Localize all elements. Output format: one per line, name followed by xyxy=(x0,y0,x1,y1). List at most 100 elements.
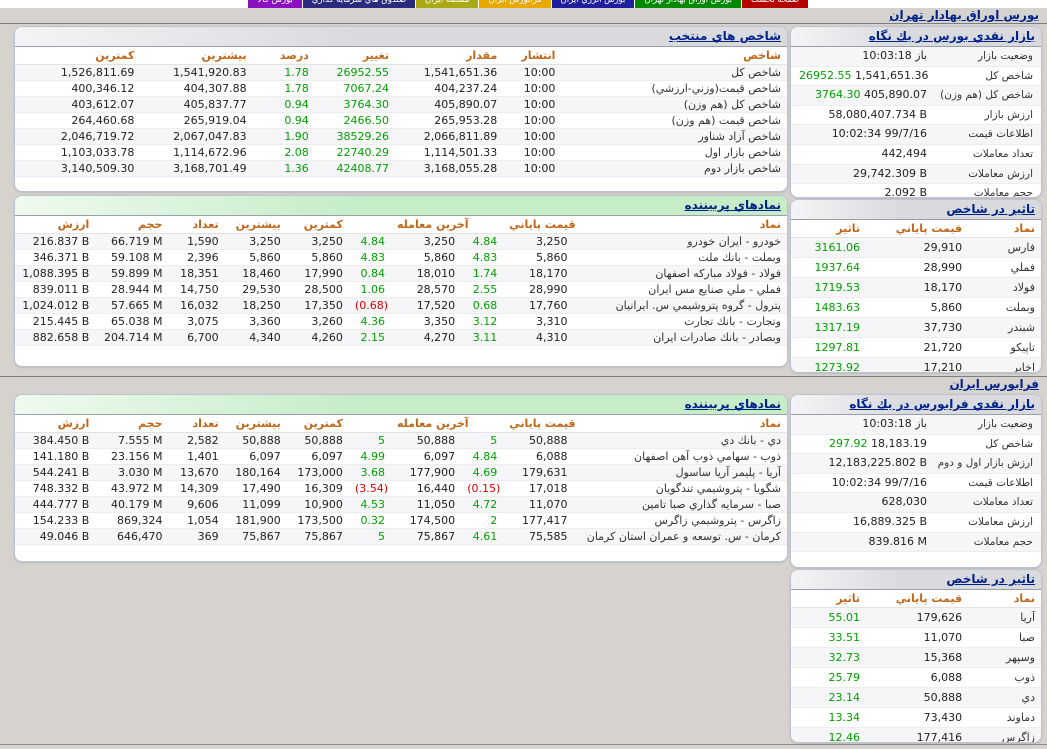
symbol-link[interactable]: وسپهر xyxy=(968,648,1041,668)
column-header: حجم xyxy=(95,216,168,234)
symbol-link[interactable]: دي - بانك دي xyxy=(573,433,787,449)
nav-tab[interactable]: صفحه نخست xyxy=(742,0,808,8)
symbol-link[interactable]: صبا xyxy=(968,628,1041,648)
cell: 10:00 xyxy=(503,129,561,145)
symbol-link[interactable]: دماوند xyxy=(968,708,1041,728)
column-header: شاخص xyxy=(561,47,787,65)
info-label: شاخص كل xyxy=(934,67,1041,86)
symbol-link[interactable]: وتجارت - بانك تجارت xyxy=(573,314,787,330)
cell: 6,700 xyxy=(168,330,224,346)
symbol-link[interactable]: فارس xyxy=(968,238,1041,258)
table-row: اخابر17,2101273.92 xyxy=(791,358,1041,374)
cell: 3,168,701.49 xyxy=(140,161,252,177)
cell: 204.714 M xyxy=(95,330,168,346)
cell: 12.46 xyxy=(791,728,866,744)
cell: 55.01 xyxy=(791,608,866,628)
symbol-link[interactable]: وبملت - بانك ملت xyxy=(573,250,787,266)
symbol-link[interactable]: پترول - گروه پتروشيمي س. ايرانيان xyxy=(573,298,787,314)
symbol-link[interactable]: فولاد xyxy=(968,278,1041,298)
symbol-link[interactable]: فولاد - فولاد مباركه اصفهان xyxy=(573,266,787,282)
info-value: 12,183,225.802 B xyxy=(791,454,933,473)
nav-tab[interactable]: فرابورس ايران xyxy=(479,0,550,8)
column-header: آخرين معامله xyxy=(391,216,461,234)
cell: 2,067,047.83 xyxy=(140,129,252,145)
panel-header: نمادهاي پربيننده xyxy=(15,196,787,216)
info-value: 839.816 M xyxy=(791,533,933,552)
symbol-link[interactable]: اخابر xyxy=(968,358,1041,374)
column-header xyxy=(349,415,391,433)
index-impact-table-farabourse: نمادقيمت پايانيتاثيرآريا179,62655.01صبا1… xyxy=(791,590,1041,743)
cell: 15,368 xyxy=(866,648,968,668)
cell: 59.899 M xyxy=(95,266,168,282)
most-watched-table-farabourse: نمادقيمت پايانيآخرين معاملهكمترينبيشترين… xyxy=(15,415,787,545)
column-header: تغيير xyxy=(315,47,395,65)
column-header: نماد xyxy=(573,216,787,234)
symbol-link[interactable]: شاخص كل xyxy=(561,65,787,81)
info-row: وضعيت بازار10:03:18 باز xyxy=(791,47,1041,67)
symbol-link[interactable]: شاخص بازار دوم xyxy=(561,161,787,177)
symbol-link[interactable]: ذوب xyxy=(968,668,1041,688)
symbol-link[interactable]: آريا - پليمر آريا ساسول xyxy=(573,465,787,481)
nav-tab[interactable]: صندوق هاي سرمايه گذاري xyxy=(303,0,415,8)
symbol-link[interactable]: تاپيكو xyxy=(968,338,1041,358)
nav-tab[interactable]: بورس كالا xyxy=(248,0,301,8)
cell: 26952.55 xyxy=(315,65,395,81)
symbol-link[interactable]: شاخص قيمت(وزني-ارزشي) xyxy=(561,81,787,97)
table-row: فولاد18,1701719.53 xyxy=(791,278,1041,298)
cell: 4.61 xyxy=(461,529,503,545)
table-row: ذوب6,08825.79 xyxy=(791,668,1041,688)
symbol-link[interactable]: فملي xyxy=(968,258,1041,278)
symbol-link[interactable]: شاخص آزاد شناور xyxy=(561,129,787,145)
symbol-link[interactable]: صبا - سرمايه گذاري صبا تامين xyxy=(573,497,787,513)
cell: 75,867 xyxy=(287,529,349,545)
symbol-link[interactable]: شگويا - پتروشيمي تندگويان xyxy=(573,481,787,497)
cell: 17,760 xyxy=(503,298,573,314)
cell: 177,416 xyxy=(866,728,968,744)
column-header: مقدار xyxy=(395,47,503,65)
table-row: خودرو - ايران خودرو3,2504.843,2504.843,2… xyxy=(15,234,787,250)
cell: 0.68 xyxy=(461,298,503,314)
cell: 17,018 xyxy=(503,481,573,497)
info-label: حجم معاملات xyxy=(933,533,1041,552)
symbol-link[interactable]: زاگرس xyxy=(968,728,1041,744)
nav-tab[interactable]: بورس انرژي ايران xyxy=(552,0,635,8)
symbol-link[interactable]: وبملت xyxy=(968,298,1041,318)
symbol-link[interactable]: شاخص قيمت (هم وزن) xyxy=(561,113,787,129)
symbol-link[interactable]: وبصادر - بانك صادرات ايران xyxy=(573,330,787,346)
symbol-link[interactable]: خودرو - ايران خودرو xyxy=(573,234,787,250)
symbol-link[interactable]: زاگرس - پتروشيمي زاگرس xyxy=(573,513,787,529)
symbol-link[interactable]: شاخص بازار اول xyxy=(561,145,787,161)
info-row: ارزش بازار اول و دوم12,183,225.802 B xyxy=(791,454,1041,474)
cell: 3.68 xyxy=(349,465,391,481)
cell: 404,307.88 xyxy=(140,81,252,97)
cell: 174,500 xyxy=(391,513,461,529)
info-label: ارزش بازار xyxy=(933,106,1041,125)
info-label: حجم معاملات xyxy=(933,184,1041,198)
value-text: 405,890.07 xyxy=(864,88,927,101)
symbol-link[interactable]: فملي - ملي صنايع مس ايران xyxy=(573,282,787,298)
nav-tab[interactable]: مشتقه ايران xyxy=(416,0,478,8)
table-row: دي - بانك دي50,888550,888550,88850,8882,… xyxy=(15,433,787,449)
cell: 1,054 xyxy=(168,513,224,529)
cell: 16,309 xyxy=(287,481,349,497)
cell: 173,000 xyxy=(287,465,349,481)
symbol-link[interactable]: ذوب - سهامي ذوب آهن اصفهان xyxy=(573,449,787,465)
cell: 839.011 B xyxy=(15,282,95,298)
cell: 4.99 xyxy=(349,449,391,465)
nav-tab[interactable]: بورس اوراق بهادار تهران xyxy=(635,0,741,8)
symbol-link[interactable]: شبندر xyxy=(968,318,1041,338)
panel-title-index-impact: تاثير در شاخص xyxy=(946,572,1035,586)
cell: 0.94 xyxy=(253,113,315,129)
symbol-link[interactable]: شاخص كل (هم وزن) xyxy=(561,97,787,113)
cell: 173,500 xyxy=(287,513,349,529)
cell: 66.719 M xyxy=(95,234,168,250)
symbol-link[interactable]: آريا xyxy=(968,608,1041,628)
cell: 646,470 xyxy=(95,529,168,545)
cell: 5 xyxy=(349,433,391,449)
info-row: شاخص كل (هم وزن)3764.30 405,890.07 xyxy=(791,86,1041,106)
cell: 4.69 xyxy=(461,465,503,481)
symbol-link[interactable]: دي xyxy=(968,688,1041,708)
column-header: تعداد xyxy=(168,415,224,433)
symbol-link[interactable]: كرمان - س. توسعه و عمران استان كرمان xyxy=(573,529,787,545)
table-row: وسپهر15,36832.73 xyxy=(791,648,1041,668)
